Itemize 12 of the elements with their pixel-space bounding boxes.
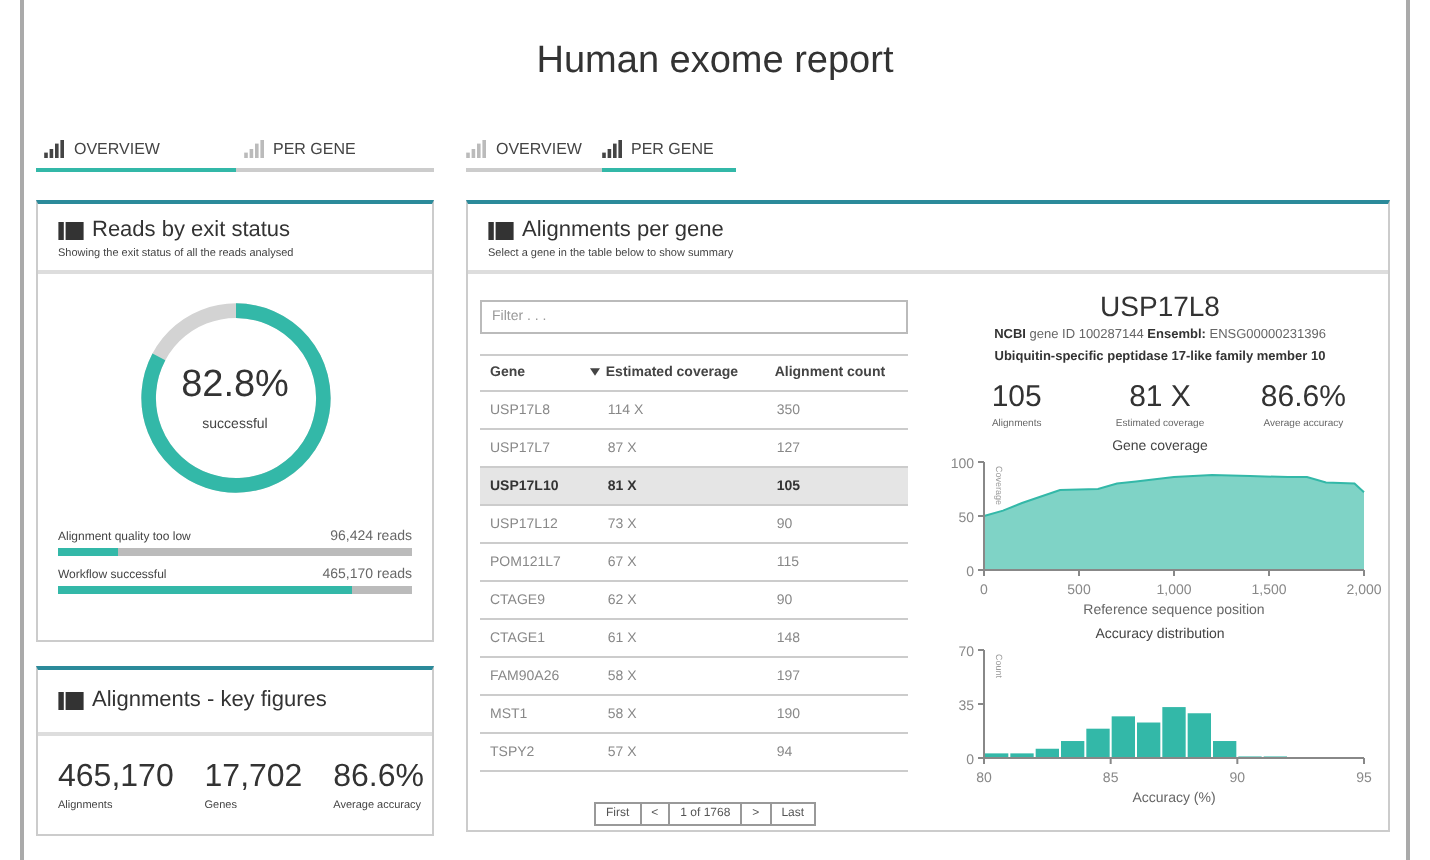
figure-value: 86.6% [333,760,424,796]
stat-value: 86.6% [1260,380,1346,414]
gene-name: USP17L8 [1100,290,1220,322]
panel-title: Reads by exit status [92,218,291,242]
figure-value: 465,170 [58,760,174,796]
report-title: Human exome report [534,38,896,86]
panel-title: Alignments per gene [522,218,724,242]
panel-title: Alignments - key figures [92,688,327,712]
donut-value: 82.8% [181,364,289,408]
figure-value: 17,702 [204,760,303,796]
stat-value: 81 X [1129,380,1191,414]
stat-value: 105 [991,380,1042,414]
